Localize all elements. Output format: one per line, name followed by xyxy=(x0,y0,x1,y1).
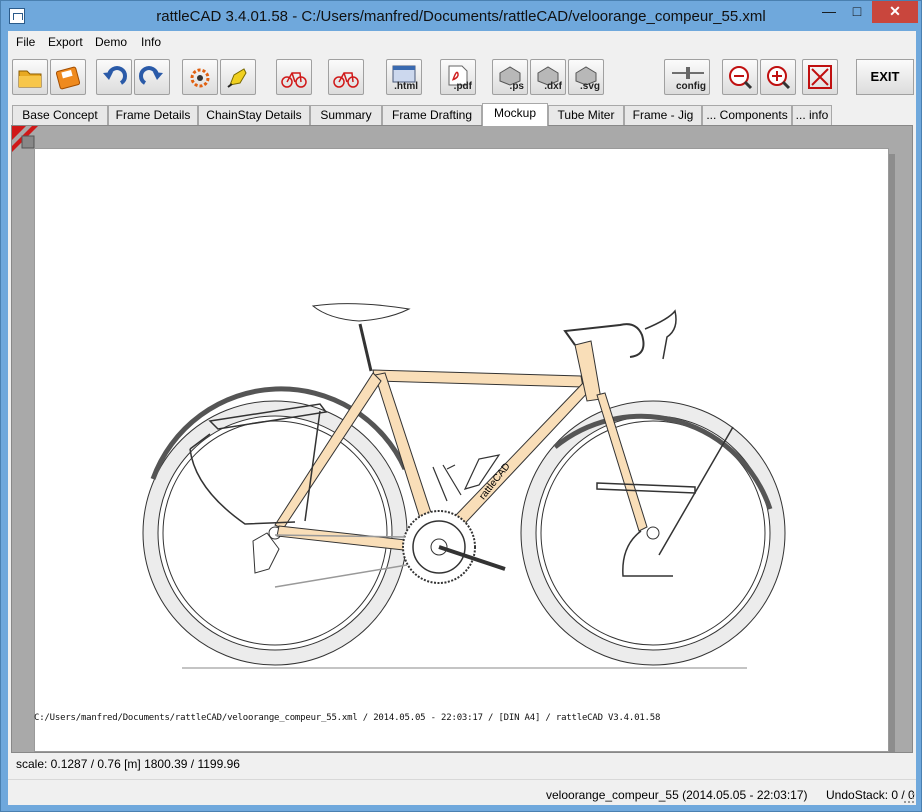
fit-view-icon xyxy=(808,65,832,89)
export-ps-button[interactable]: .ps xyxy=(492,59,528,95)
slider-icon xyxy=(672,67,704,79)
brake-lever xyxy=(644,309,677,360)
rear-wheel xyxy=(142,400,408,666)
tab-base-concept[interactable]: Base Concept xyxy=(12,105,108,125)
menu-export[interactable]: Export xyxy=(48,35,83,49)
config-button[interactable]: config xyxy=(664,59,710,95)
pdf-label: .pdf xyxy=(453,81,472,92)
tab-info[interactable]: ... info xyxy=(792,105,832,125)
minimize-button[interactable]: — xyxy=(815,1,843,23)
pencil-icon xyxy=(227,68,247,88)
fit-view-button[interactable] xyxy=(802,59,838,95)
drawing-sheet: rattleCAD xyxy=(34,148,889,752)
drawing-canvas[interactable]: rattleCAD C:/Users/manfred/Documents/rat… xyxy=(11,125,913,753)
saddle xyxy=(311,303,411,322)
tab-components[interactable]: ... Components xyxy=(702,105,792,125)
tab-summary[interactable]: Summary xyxy=(310,105,382,125)
scale-readout: scale: 0.1287 / 0.76 [m] 1800.39 / 1199.… xyxy=(11,755,913,773)
bike-frame-button[interactable] xyxy=(276,59,312,95)
bike-mockup-drawing: rattleCAD xyxy=(142,303,786,669)
tab-tube-miter[interactable]: Tube Miter xyxy=(548,105,624,125)
ps-label: .ps xyxy=(509,81,524,92)
window-title: rattleCAD 3.4.01.58 - C:/Users/manfred/D… xyxy=(156,8,766,25)
zoom-in-icon xyxy=(767,66,791,90)
open-file-button[interactable] xyxy=(12,59,48,95)
bike-red-2-icon xyxy=(333,72,359,88)
sheet-footer-text: C:/Users/manfred/Documents/rattleCAD/vel… xyxy=(34,713,661,723)
down-tube-decal: rattleCAD xyxy=(477,461,512,502)
close-button[interactable]: ✕ xyxy=(872,1,918,23)
zoom-in-button[interactable] xyxy=(760,59,796,95)
redo-icon xyxy=(139,66,163,85)
undo-icon xyxy=(103,66,127,85)
toolbar: .html .pdf .ps .dxf .svg config EXIT xyxy=(8,53,916,101)
save-icon xyxy=(55,66,81,90)
status-undo-stack: UndoStack: 0 / 0 xyxy=(826,788,915,802)
export-svg-button[interactable]: .svg xyxy=(568,59,604,95)
dxf-label: .dxf xyxy=(544,81,562,92)
resize-grip[interactable] xyxy=(904,793,914,803)
tab-frame-drafting[interactable]: Frame Drafting xyxy=(382,105,482,125)
export-pdf-button[interactable]: .pdf xyxy=(440,59,476,95)
gear-bike-icon xyxy=(190,68,210,88)
undo-button[interactable] xyxy=(96,59,132,95)
export-html-button[interactable]: .html xyxy=(386,59,422,95)
tab-frame-jig[interactable]: Frame - Jig xyxy=(624,105,702,125)
config-label: config xyxy=(676,81,706,92)
app-window: rattleCAD 3.4.01.58 - C:/Users/manfred/D… xyxy=(0,0,922,812)
menu-bar: File Export Demo Info xyxy=(8,31,916,53)
crankset xyxy=(402,510,506,584)
tab-bar: Base Concept Frame Details ChainStay Det… xyxy=(8,103,916,126)
top-tube xyxy=(372,369,584,388)
title-bar[interactable]: rattleCAD 3.4.01.58 - C:/Users/manfred/D… xyxy=(1,1,921,31)
seatpost xyxy=(358,323,373,372)
save-file-button[interactable] xyxy=(50,59,86,95)
render-settings-button[interactable] xyxy=(182,59,218,95)
client-area: File Export Demo Info .html .pdf .ps .dx… xyxy=(8,31,916,805)
zoom-out-icon xyxy=(729,66,753,90)
status-filename: veloorange_compeur_55 (2014.05.05 - 22:0… xyxy=(546,788,808,802)
tab-mockup[interactable]: Mockup xyxy=(482,103,548,126)
maximize-button[interactable]: □ xyxy=(843,1,871,23)
export-dxf-button[interactable]: .dxf xyxy=(530,59,566,95)
svg-label: .svg xyxy=(579,81,600,92)
menu-file[interactable]: File xyxy=(16,35,35,49)
zoom-out-button[interactable] xyxy=(722,59,758,95)
status-bar: veloorange_compeur_55 (2014.05.05 - 22:0… xyxy=(8,779,916,805)
bike-red-icon xyxy=(281,72,307,88)
exit-button[interactable]: EXIT xyxy=(856,59,914,95)
edit-parameter-button[interactable] xyxy=(220,59,256,95)
menu-demo[interactable]: Demo xyxy=(95,35,127,49)
menu-info[interactable]: Info xyxy=(141,35,161,49)
tab-chainstay-details[interactable]: ChainStay Details xyxy=(198,105,310,125)
bike-mockup-button[interactable] xyxy=(328,59,364,95)
tab-frame-details[interactable]: Frame Details xyxy=(108,105,198,125)
redo-button[interactable] xyxy=(134,59,170,95)
html-label: .html xyxy=(394,81,418,92)
folder-icon xyxy=(18,70,42,88)
